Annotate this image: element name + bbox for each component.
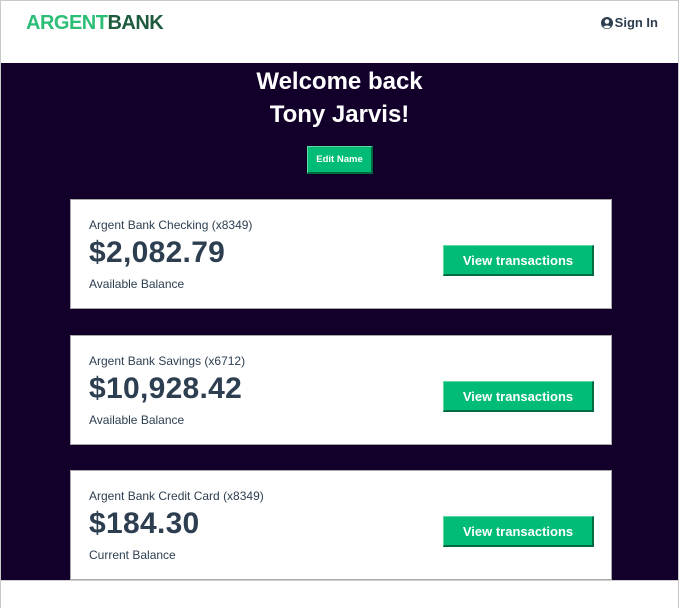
account-amount-description: Available Balance [89, 413, 185, 427]
logo-text-argent: ARGENT [26, 12, 108, 34]
account-amount-description: Current Balance [89, 548, 176, 562]
account-title: Argent Bank Checking (x8349) [89, 218, 253, 232]
account-amount: $2,082.79 [89, 236, 226, 269]
edit-name-button[interactable]: Edit Name [307, 146, 373, 174]
account-title: Argent Bank Savings (x6712) [89, 354, 246, 368]
account-card-savings: Argent Bank Savings (x6712) $10,928.42 A… [70, 335, 612, 445]
page-footer [1, 580, 678, 608]
welcome-line: Welcome back [256, 68, 423, 95]
logo-text-bank: BANK [107, 12, 164, 34]
account-amount-description: Available Balance [89, 277, 185, 291]
main-content: Welcome back Tony Jarvis! Edit Name Arge… [1, 63, 678, 580]
account-amount: $10,928.42 [89, 372, 243, 405]
view-transactions-button[interactable]: View transactions [443, 245, 594, 276]
account-amount: $184.30 [89, 507, 200, 540]
account-title: Argent Bank Credit Card (x8349) [89, 489, 264, 503]
argent-bank-logo[interactable]: ARGENT BANK [26, 12, 164, 35]
user-name: Tony Jarvis! [269, 101, 410, 128]
top-navbar: ARGENT BANK Sign In [1, 1, 678, 62]
account-card-credit: Argent Bank Credit Card (x8349) $184.30 … [70, 470, 612, 580]
sign-in-label: Sign In [614, 15, 658, 30]
welcome-heading: Welcome back Tony Jarvis! [1, 65, 678, 131]
user-circle-icon [600, 16, 613, 29]
view-transactions-button[interactable]: View transactions [443, 381, 594, 412]
sign-in-link[interactable]: Sign In [600, 15, 658, 30]
view-transactions-button[interactable]: View transactions [443, 516, 594, 547]
account-card-checking: Argent Bank Checking (x8349) $2,082.79 A… [70, 199, 612, 309]
